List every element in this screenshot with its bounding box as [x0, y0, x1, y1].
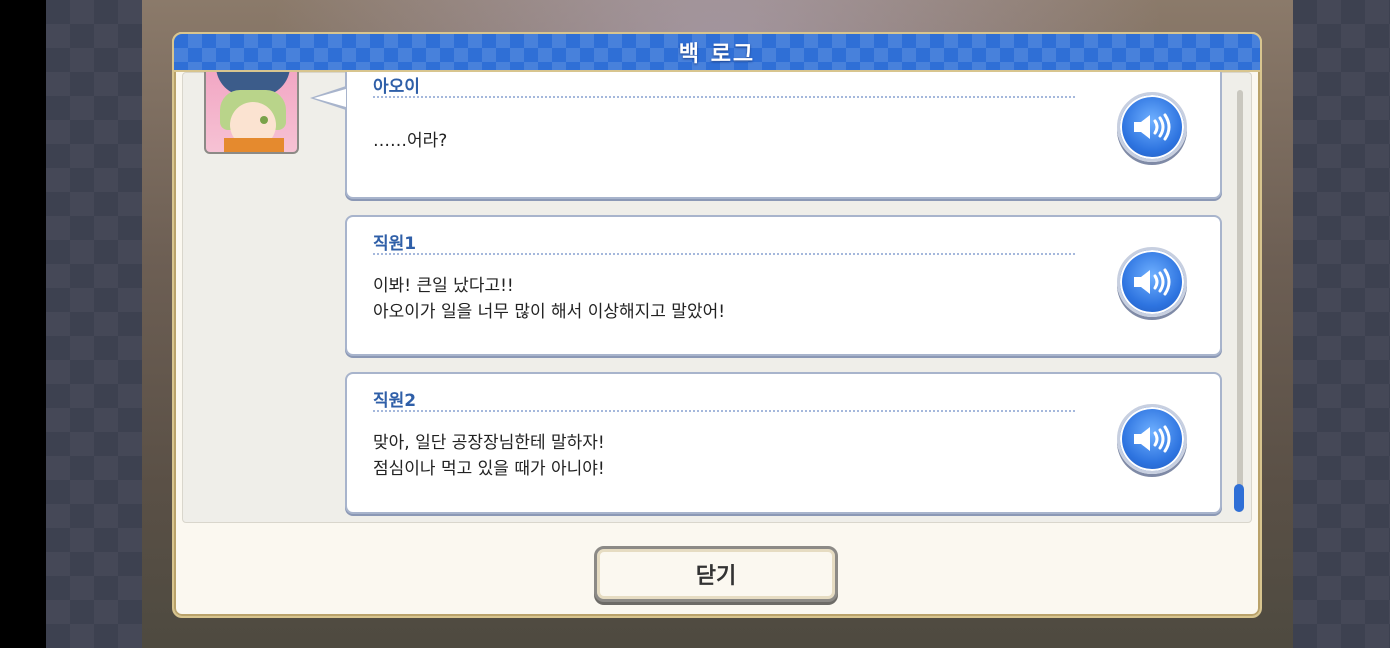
name-divider	[373, 410, 1075, 412]
dialogue-text: ……어라?	[373, 131, 448, 151]
dialogue-text: 맞아, 일단 공장장님한테 말하자! 점심이나 먹고 있을 때가 아니야!	[373, 433, 605, 479]
log-entry-2: 직원1 이봐! 큰일 났다고!! 아오이가 일을 너무 많이 해서 이상해지고 …	[345, 215, 1222, 356]
name-divider	[373, 253, 1075, 255]
voice-play-button[interactable]	[1117, 92, 1187, 162]
speaker-sound-icon	[1134, 268, 1171, 296]
pattern-border-left	[46, 0, 142, 648]
dialog-title-bar-overlay: 백 로그	[172, 32, 1262, 72]
close-button-label: 닫기	[695, 564, 737, 589]
bubble-tail-inner	[314, 89, 346, 107]
voice-play-button[interactable]	[1117, 247, 1187, 317]
speaker-sound-icon	[1134, 425, 1171, 453]
pattern-border-right	[1293, 0, 1390, 648]
speaker-name: 아오이	[373, 77, 420, 97]
log-entry-1: 아오이 ……어라?	[345, 60, 1222, 199]
speaker-sound-icon	[1134, 113, 1171, 141]
close-button[interactable]: 닫기	[594, 546, 838, 602]
dialogue-text: 이봐! 큰일 났다고!! 아오이가 일을 너무 많이 해서 이상해지고 말았어!	[373, 276, 726, 322]
speaker-name: 직원2	[373, 391, 417, 411]
scrollbar-thumb[interactable]	[1234, 484, 1244, 512]
speaker-name: 직원1	[373, 234, 417, 254]
name-divider	[373, 96, 1075, 98]
voice-play-button[interactable]	[1117, 404, 1187, 474]
log-entry-3: 직원2 맞아, 일단 공장장님한테 말하자! 점심이나 먹고 있을 때가 아니야…	[345, 372, 1222, 514]
character-portrait	[204, 72, 299, 154]
dialog-title-overlay: 백 로그	[678, 42, 756, 67]
scrollbar-track[interactable]	[1237, 90, 1243, 512]
letterbox-left	[0, 0, 46, 648]
